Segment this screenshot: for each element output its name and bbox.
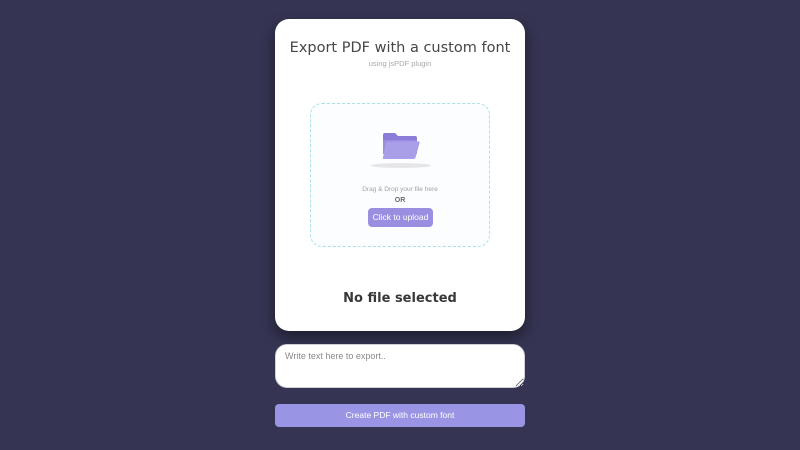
page-title: Export PDF with a custom font: [289, 40, 511, 56]
folder-open-icon: [382, 133, 420, 159]
export-text-input[interactable]: [275, 344, 525, 388]
drag-drop-hint: Drag & Drop your file here: [362, 186, 438, 193]
file-dropzone[interactable]: Drag & Drop your file here OR Click to u…: [310, 103, 490, 247]
create-pdf-button[interactable]: Create PDF with custom font: [275, 404, 525, 427]
file-status-text: No file selected: [343, 291, 457, 306]
page-subtitle: using jsPDF plugin: [368, 59, 432, 68]
upload-card: Export PDF with a custom font using jsPD…: [275, 19, 525, 331]
upload-button[interactable]: Click to upload: [368, 208, 433, 227]
or-separator: OR: [394, 197, 406, 204]
folder-shadow: [371, 163, 431, 168]
